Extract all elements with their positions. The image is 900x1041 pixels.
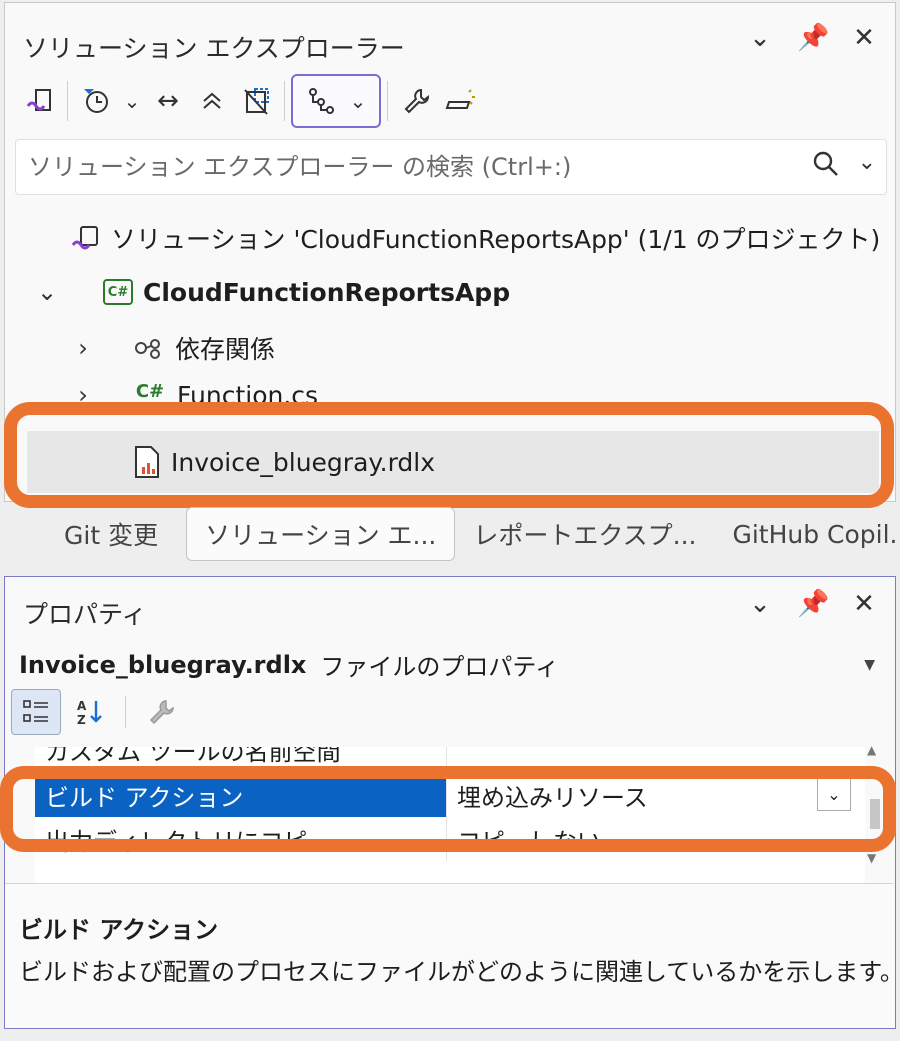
tree-item-project[interactable]: ⌄ C# CloudFunctionReportsApp (35, 267, 510, 317)
tab-report-explorer[interactable]: レポートエクスプ... (455, 507, 714, 561)
property-name: ビルド アクション (35, 773, 447, 817)
collapse-all-icon[interactable] (190, 79, 234, 123)
tab-git-changes[interactable]: Git 変更 (46, 507, 176, 561)
dropdown-arrow-icon[interactable]: ▼ (864, 657, 875, 673)
tree-item-rdlx-file[interactable]: Invoice_bluegray.rdlx (27, 431, 879, 493)
property-row[interactable]: 出力ディレクトリにコピー コピーしない (35, 817, 857, 861)
property-pages-wrench-icon[interactable] (136, 689, 186, 735)
properties-title: プロパティ (23, 600, 147, 629)
solution-explorer-title: ソリューション エクスプローラー (23, 34, 405, 63)
property-value[interactable]: コピーしない (447, 817, 857, 861)
svg-text:Z: Z (77, 713, 86, 727)
chevron-down-icon[interactable]: ⌄ (745, 23, 775, 53)
chevron-down-icon[interactable]: ⌄ (817, 777, 851, 811)
sort-alphabetical-icon[interactable]: AZ (65, 689, 115, 735)
chevron-right-icon[interactable]: › (71, 334, 95, 362)
search-input[interactable] (28, 140, 788, 194)
tree-item-label: Function.cs (177, 381, 319, 405)
property-row[interactable]: カスタム ツールの名前空間 (35, 747, 857, 771)
property-value: 埋め込みリソース (457, 783, 648, 812)
solution-explorer-toolbar: ⌄ ↔ ⌄ (17, 73, 482, 129)
property-grid: カスタム ツールの名前空間 ビルド アクション 埋め込みリソース ⌄ 出力ディレ… (35, 747, 865, 887)
property-name: 出力ディレクトリにコピー (35, 817, 447, 861)
categorized-icon[interactable] (11, 689, 61, 735)
chevron-down-icon[interactable]: ⌄ (118, 79, 146, 123)
close-icon[interactable]: ✕ (849, 589, 879, 619)
scrollbar-thumb[interactable] (870, 799, 880, 829)
tree-item-label: 依存関係 (175, 335, 276, 364)
properties-panel: プロパティ ⌄ 📌 ✕ Invoice_bluegray.rdlx ファイルのプ… (4, 576, 900, 1029)
tree-item-label: Invoice_bluegray.rdlx (171, 447, 436, 477)
pin-icon[interactable]: 📌 (797, 23, 829, 53)
search-icon[interactable] (812, 150, 840, 185)
report-file-icon (133, 445, 161, 479)
property-value-cell[interactable]: 埋め込みリソース ⌄ (447, 773, 857, 817)
close-icon[interactable]: ✕ (849, 23, 879, 53)
property-name: カスタム ツールの名前空間 (35, 747, 447, 771)
tree-item-label: ソリューション 'CloudFunctionReportsApp' (1/1 の… (111, 225, 881, 254)
object-selector[interactable]: Invoice_bluegray.rdlx ファイルのプロパティ ▼ (19, 647, 879, 682)
chevron-down-icon[interactable]: ⌄ (858, 150, 876, 185)
tab-github-copilot[interactable]: GitHub Copil... (714, 507, 900, 561)
solution-icon (71, 223, 101, 253)
switch-views-icon[interactable] (17, 79, 61, 123)
preview-selected-items-group[interactable]: ⌄ (291, 74, 381, 128)
scroll-down-icon[interactable]: ▼ (867, 851, 876, 865)
scroll-up-icon[interactable]: ▲ (867, 743, 876, 757)
chevron-down-icon[interactable]: ⌄ (343, 79, 373, 123)
properties-toolbar: AZ (11, 689, 186, 735)
tree-item-label: CloudFunctionReportsApp (143, 277, 511, 307)
chevron-down-icon[interactable]: ⌄ (35, 278, 59, 306)
chevron-down-icon[interactable]: ⌄ (745, 589, 775, 619)
tree-item-solution[interactable]: ソリューション 'CloudFunctionReportsApp' (1/1 の… (71, 213, 880, 263)
tree-item-dependencies[interactable]: › 依存関係 (71, 323, 275, 373)
solution-explorer-panel: ソリューション エクスプローラー ⌄ 📌 ✕ ⌄ ↔ ⌄ ソリューション エクス… (4, 2, 896, 502)
object-name: Invoice_bluegray.rdlx (19, 650, 307, 679)
description-title: ビルド アクション (19, 916, 219, 944)
object-type: ファイルのプロパティ (320, 653, 559, 681)
hierarchy-view-icon[interactable] (299, 79, 343, 123)
pending-changes-filter-icon[interactable] (74, 79, 118, 123)
chevron-right-icon[interactable]: › (71, 381, 95, 405)
tab-solution-explorer[interactable]: ソリューション エ... (186, 507, 456, 561)
csharp-file-icon: C# (135, 381, 165, 402)
dependencies-icon (133, 335, 165, 361)
tree-item-function-cs[interactable]: › C# Function.cs (71, 381, 318, 405)
show-all-files-icon[interactable] (234, 79, 278, 123)
svg-text:A: A (77, 699, 87, 713)
preview-icon[interactable] (438, 79, 482, 123)
pin-icon[interactable]: 📌 (797, 589, 829, 619)
tool-window-tabs: Git 変更 ソリューション エ... レポートエクスプ... GitHub C… (0, 506, 900, 562)
sync-with-active-document-icon[interactable]: ↔ (146, 79, 190, 123)
csharp-project-icon: C# (103, 279, 133, 305)
property-row-build-action[interactable]: ビルド アクション 埋め込みリソース ⌄ (35, 773, 857, 817)
property-description: ビルド アクション ビルドおよび配置のプロセスにファイルがどのように関連している… (5, 883, 900, 1028)
property-value[interactable] (447, 747, 857, 771)
property-grid-scrollbar[interactable]: ▲ ▼ (867, 743, 883, 867)
properties-wrench-icon[interactable] (394, 79, 438, 123)
description-text: ビルドおよび配置のプロセスにファイルがどのように関連しているかを示します。 (19, 958, 900, 986)
solution-explorer-search: ⌄ (15, 139, 887, 195)
